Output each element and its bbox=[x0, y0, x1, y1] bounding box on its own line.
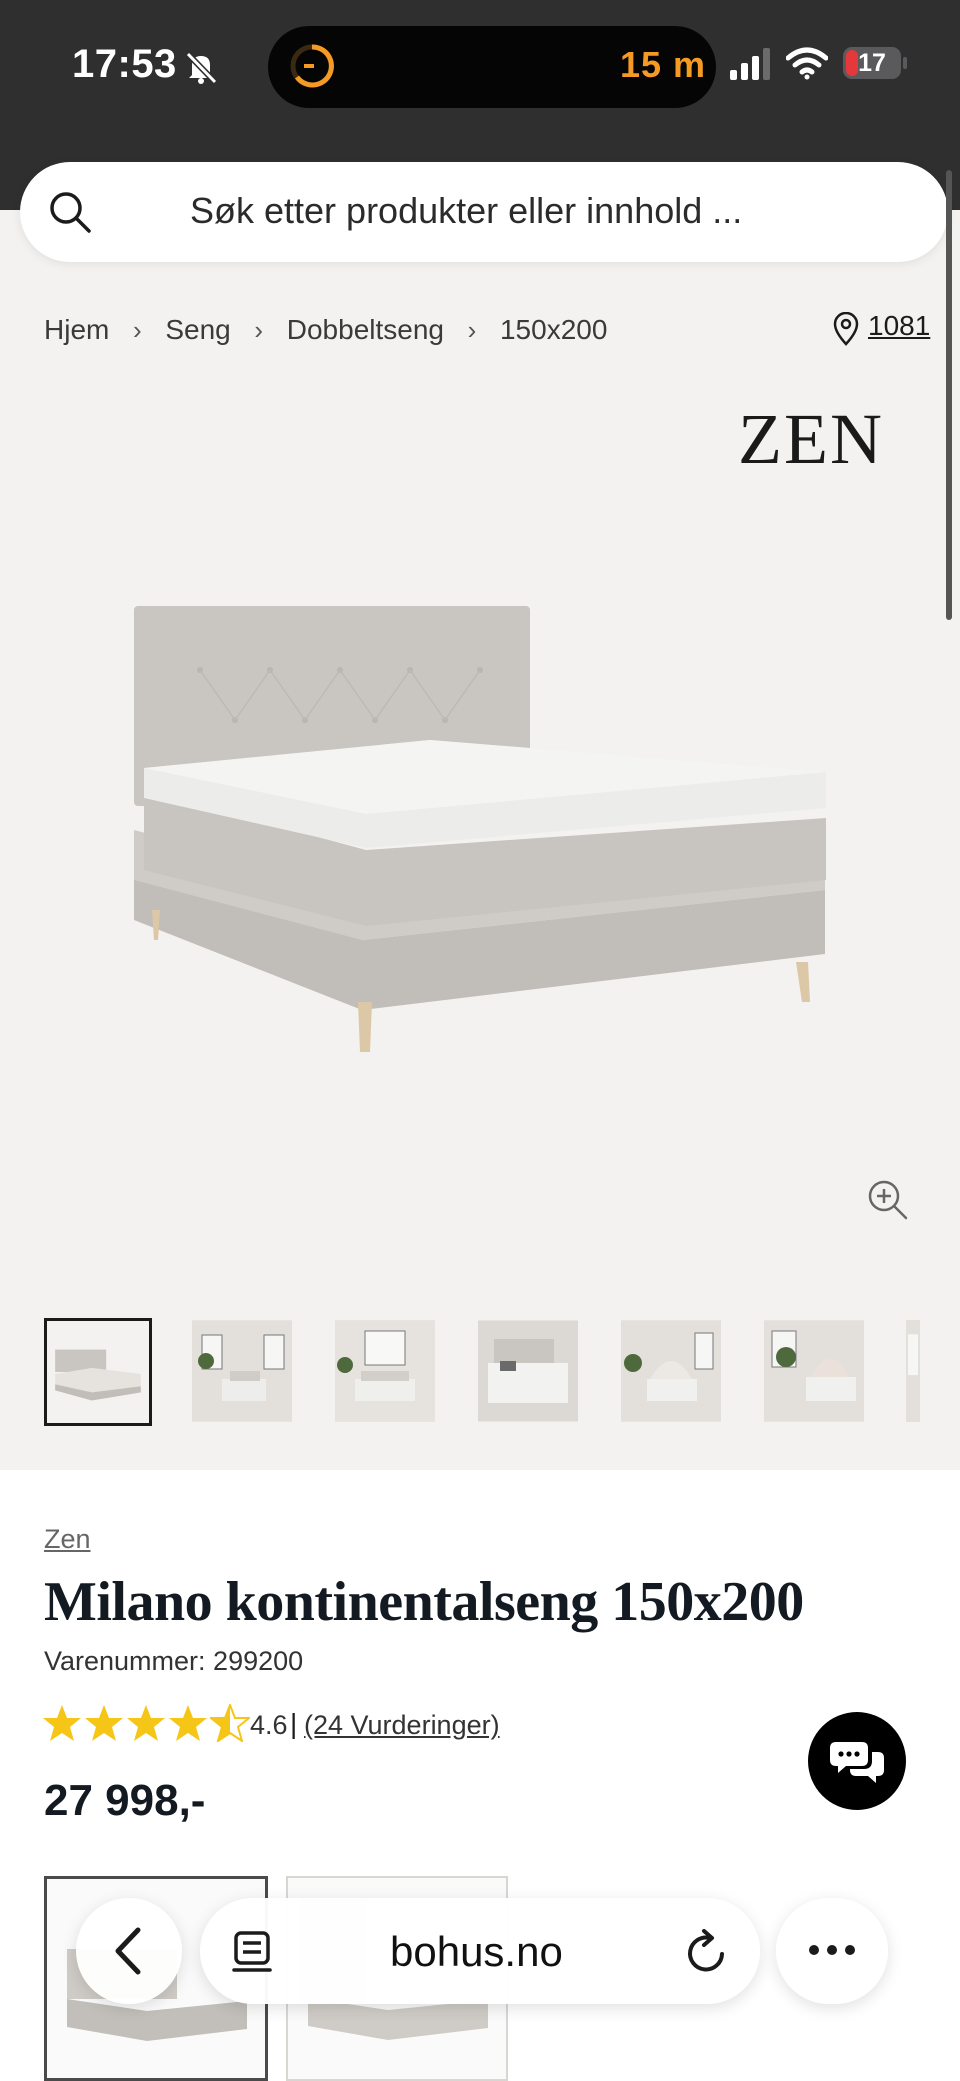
chevron-right-icon: › bbox=[467, 314, 477, 345]
rating-stars[interactable] bbox=[42, 1704, 250, 1742]
breadcrumb-item-bed[interactable]: Seng bbox=[165, 314, 230, 346]
reload-icon[interactable] bbox=[684, 1928, 730, 1976]
thumbnail-6[interactable] bbox=[764, 1320, 864, 1422]
breadcrumb: Hjem › Seng › Dobbeltseng › 150x200 bbox=[44, 310, 607, 350]
star-full-icon bbox=[169, 1705, 207, 1741]
location-pin-icon[interactable] bbox=[832, 312, 860, 346]
star-full-icon bbox=[85, 1705, 123, 1741]
chevron-left-icon bbox=[115, 1927, 141, 1975]
reader-tabs-icon[interactable] bbox=[230, 1930, 276, 1974]
thumbnail-4[interactable] bbox=[478, 1320, 578, 1422]
search-icon[interactable] bbox=[48, 190, 92, 234]
battery-level: 17 bbox=[858, 49, 886, 77]
wifi-icon bbox=[786, 47, 828, 80]
search-input[interactable]: Søk etter produkter eller innhold ... bbox=[190, 190, 742, 232]
product-title: Milano kontinentalseng 150x200 bbox=[44, 1571, 804, 1633]
store-link[interactable]: 1081 bbox=[868, 310, 930, 342]
thumbnail-7[interactable] bbox=[906, 1320, 920, 1422]
product-image[interactable] bbox=[120, 590, 840, 1070]
signal-icon bbox=[730, 48, 770, 80]
chevron-right-icon: › bbox=[133, 314, 142, 345]
scrollbar[interactable] bbox=[946, 170, 952, 620]
status-time: 17:53 bbox=[72, 42, 177, 86]
star-half-icon bbox=[210, 1704, 250, 1742]
brand-logo: ZEN bbox=[738, 399, 884, 479]
chat-bubbles-icon bbox=[830, 1742, 884, 1783]
breadcrumb-item-size[interactable]: 150x200 bbox=[500, 314, 607, 346]
zoom-in-icon[interactable] bbox=[866, 1178, 910, 1222]
thumbnail-1[interactable] bbox=[44, 1318, 152, 1426]
bell-slash-icon bbox=[185, 51, 218, 85]
reviews-link[interactable]: (24 Vurderinger) bbox=[304, 1710, 500, 1741]
breadcrumb-item-double-bed[interactable]: Dobbeltseng bbox=[287, 314, 444, 346]
url-text[interactable]: bohus.no bbox=[390, 1928, 563, 1976]
brand-link[interactable]: Zen bbox=[44, 1524, 91, 1555]
product-price: 27 998,- bbox=[44, 1776, 206, 1825]
star-full-icon bbox=[127, 1705, 165, 1741]
sku-label: Varenummer: 299200 bbox=[44, 1646, 304, 1676]
island-timer-text: 15 m bbox=[620, 44, 707, 85]
rating-value: 4.6 bbox=[250, 1710, 288, 1740]
chevron-right-icon: › bbox=[254, 314, 264, 345]
thumbnail-2[interactable] bbox=[192, 1320, 292, 1422]
timer-icon bbox=[290, 44, 334, 88]
rating-divider: | bbox=[290, 1708, 298, 1739]
star-full-icon bbox=[43, 1705, 81, 1741]
breadcrumb-item-home[interactable]: Hjem bbox=[44, 314, 109, 346]
more-dots-icon bbox=[809, 1945, 855, 1955]
thumbnail-5[interactable] bbox=[621, 1320, 721, 1422]
thumbnail-3[interactable] bbox=[335, 1320, 435, 1422]
